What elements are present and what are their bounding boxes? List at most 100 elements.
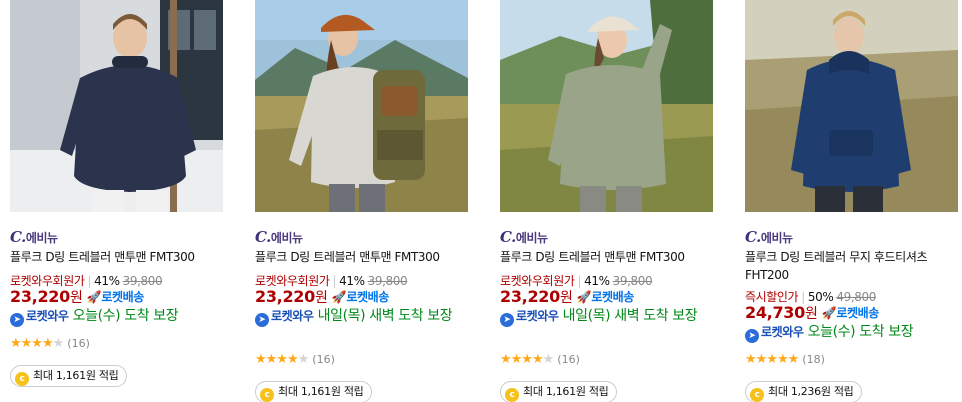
product-card[interactable]: C.에비뉴 플루크 D링 트레블러 무지 후드티셔츠 FHT200 즉시할인가 |… [745,0,962,402]
product-card[interactable]: C.에비뉴 플루크 D링 트레블러 맨투맨 FMT300 로켓와우회원가 | 41%… [500,0,724,402]
rocket-wow-icon: ➤ [745,329,759,343]
discount-rate: 41% [94,274,120,288]
product-image[interactable] [745,0,958,212]
rocket-label: 로켓배송 [836,306,879,320]
product-title[interactable]: 플루크 D링 트레블러 맨투맨 FMT300 [10,248,224,266]
product-title[interactable]: 플루크 D링 트레블러 맨투맨 FMT300 [255,248,469,266]
delivery-text: 오늘(수) 도착 보장 [72,308,179,324]
rocket-label: 로켓배송 [101,290,144,304]
original-price: 39,800 [367,274,408,288]
coin-icon: c [505,388,519,402]
model-navy-hoodie-icon [745,0,958,212]
brand-logo: C.에비뉴 [500,228,548,246]
points-text: 최대 1,161원 적립 [523,385,609,398]
wow-label: 로켓와우 [271,309,314,323]
currency-unit: 원 [804,306,818,322]
product-image[interactable] [500,0,713,212]
delivery-info: ➤ 로켓와우 오늘(수) 도착 보장 [10,308,224,327]
rocket-label: 로켓배송 [346,290,389,304]
rating: ★★★★★ (16) [10,332,90,351]
wow-label: 로켓와우 [516,309,559,323]
sale-price: 23,220 [255,287,315,306]
price-label: 즉시할인가 [745,290,799,304]
product-card[interactable]: C.에비뉴 플루크 D링 트레블러 맨투맨 FMT300 로켓와우회원가 | 41%… [255,0,479,402]
product-title[interactable]: 플루크 D링 트레블러 무지 후드티셔츠 FHT200 [745,248,959,284]
star-icon: ★★★ [10,336,43,351]
star-half-icon: ★ [787,352,800,367]
price-label: 로켓와우회원가 [10,274,85,288]
product-image[interactable] [255,0,468,212]
review-count[interactable]: (16) [312,353,335,366]
product-image[interactable] [10,0,223,212]
rocket-icon: 🚀 [821,306,837,320]
brand-logo: C.에비뉴 [255,228,303,246]
rocket-delivery-badge: 🚀로켓배송 [821,304,880,321]
delivery-text: 내일(목) 새벽 도착 보장 [562,308,698,324]
points-badge: c 최대 1,161원 적립 [255,381,373,402]
star-icon: ★★★ [500,352,533,367]
price-label: 로켓와우회원가 [500,274,575,288]
brand-logo: C.에비뉴 [10,228,58,246]
brand-mark: C. [745,228,761,246]
star-rating: ★★★★★ [500,352,555,367]
delivery-text: 오늘(수) 도착 보장 [807,324,914,340]
rating: ★★★★★ (16) [255,348,335,367]
points-badge: c 최대 1,161원 적립 [500,381,618,402]
brand-name: 에비뉴 [270,231,303,245]
star-half-icon: ★ [41,336,54,351]
divider: | [577,274,582,288]
review-count[interactable]: (16) [557,353,580,366]
brand-name: 에비뉴 [760,231,793,245]
delivery-text: 내일(목) 새벽 도착 보장 [317,308,453,324]
star-half-icon: ★ [286,352,299,367]
rocket-delivery-badge: 🚀로켓배송 [576,288,635,305]
points-badge: c 최대 1,236원 적립 [745,381,863,402]
price-label: 로켓와우회원가 [255,274,330,288]
star-rating: ★★★★★ [255,352,309,367]
discount-rate: 41% [584,274,610,288]
product-grid: C.에비뉴 플루크 D링 트레블러 맨투맨 FMT300 로켓와우회원가 | 41%… [0,0,962,402]
coin-icon: c [15,372,29,386]
coin-icon: c [750,388,764,402]
points-badge: c 최대 1,161원 적립 [10,365,128,387]
star-rating: ★★★★★ [10,336,65,351]
star-icon: ★★★ [255,352,288,367]
brand-name: 에비뉴 [515,231,548,245]
original-price: 49,800 [836,290,876,304]
star-empty-icon: ★ [542,352,555,367]
points-text: 최대 1,161원 적립 [33,369,119,382]
sale-price: 23,220 [500,287,560,306]
star-rating: ★★★★★ [745,352,800,367]
discount-rate: 41% [339,274,365,288]
star-empty-icon: ★ [52,336,65,351]
brand-mark: C. [255,228,271,246]
sale-row: 23,220원 🚀로켓배송 [255,287,389,307]
product-card[interactable]: C.에비뉴 플루크 D링 트레블러 맨투맨 FMT300 로켓와우회원가 | 41%… [10,0,234,402]
review-count[interactable]: (16) [67,337,90,350]
brand-name: 에비뉴 [25,231,58,245]
discount-rate: 50% [807,290,834,304]
delivery-info: ➤ 로켓와우 내일(목) 새벽 도착 보장 [255,308,469,327]
brand-logo: C.에비뉴 [745,228,793,246]
points-text: 최대 1,161원 적립 [278,385,364,398]
model-sage-sweatshirt-icon [500,0,713,212]
sale-price: 23,220 [10,287,70,306]
star-half-icon: ★ [531,352,544,367]
review-count[interactable]: (18) [802,353,825,366]
brand-mark: C. [10,228,26,246]
sale-row: 23,220원 🚀로켓배송 [10,287,144,307]
sale-row: 24,730원 🚀로켓배송 [745,303,879,323]
rocket-delivery-badge: 🚀로켓배송 [87,288,145,305]
divider: | [332,274,337,288]
original-price: 39,800 [122,274,163,288]
rating: ★★★★★ (18) [745,348,825,367]
model-navy-sweatshirt-icon [10,0,223,212]
currency-unit: 원 [559,290,573,306]
model-gray-sweatshirt-icon [255,0,468,212]
delivery-info: ➤ 로켓와우 오늘(수) 도착 보장 [745,324,959,343]
rocket-icon: 🚀 [576,290,592,304]
points-text: 최대 1,236원 적립 [768,385,854,398]
delivery-info: ➤ 로켓와우 내일(목) 새벽 도착 보장 [500,308,714,327]
product-title[interactable]: 플루크 D링 트레블러 맨투맨 FMT300 [500,248,714,266]
brand-mark: C. [500,228,516,246]
